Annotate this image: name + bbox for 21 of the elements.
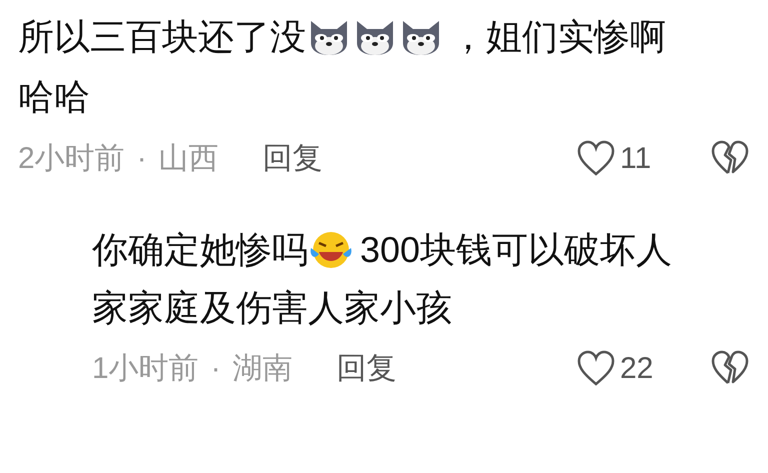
reply-link[interactable]: 回复: [336, 346, 397, 390]
like-count: 11: [620, 140, 652, 176]
broken-heart-icon[interactable]: [710, 139, 750, 177]
laughing-emoji-icon: [309, 230, 353, 270]
comment-text: 哈哈: [18, 75, 90, 119]
location: 山西: [158, 140, 219, 176]
reply-link[interactable]: 回复: [262, 136, 323, 180]
heart-icon[interactable]: [576, 349, 616, 387]
comment-text: 所以三百块还了没: [18, 15, 306, 59]
timestamp: 2小时前: [18, 140, 125, 176]
heart-icon[interactable]: [576, 139, 616, 177]
separator-dot: ·: [210, 350, 221, 386]
comment-text: ，姐们实惨啊: [450, 15, 666, 59]
comment-text: 家家庭及伤害人家小孩: [92, 286, 452, 330]
separator-dot: ·: [136, 140, 147, 176]
timestamp: 1小时前: [92, 350, 199, 386]
like-count: 22: [620, 350, 654, 386]
location: 湖南: [232, 350, 293, 386]
broken-heart-icon[interactable]: [710, 349, 750, 387]
comment-text: 300块钱可以破坏人: [360, 228, 672, 272]
comment-text: 你确定她惨吗: [92, 228, 308, 272]
